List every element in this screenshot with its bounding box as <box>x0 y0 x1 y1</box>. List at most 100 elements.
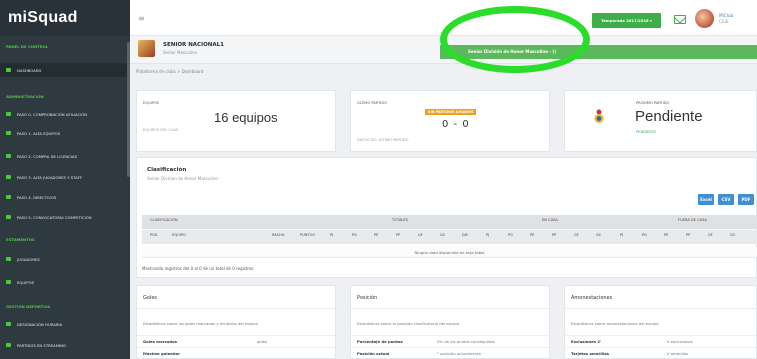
shield-icon <box>6 280 11 284</box>
ultimo-partido-sub: DATOS DEL ÚLTIMO PARTIDO <box>357 138 409 142</box>
goles-card: Goles Estadísticas sobre los goles marca… <box>136 285 336 359</box>
breadcrumb[interactable]: Plataforma de clubs > Dashboard <box>136 69 203 74</box>
menu-icon[interactable]: ≡ <box>138 14 145 23</box>
mail-icon[interactable] <box>674 15 686 24</box>
team-name: SENIOR NACIONAL1 <box>163 42 225 48</box>
group-header-en-casa: EN CASA <box>542 218 558 222</box>
amonestaciones-title: Amonestaciones <box>565 286 756 309</box>
goles-desc: Estadísticas sobre los goles marcados y … <box>143 321 258 326</box>
column-stat[interactable]: PG <box>352 233 357 237</box>
sidebar-item-paso5[interactable]: PASO 5. CONVOCATORIA COMPETICIÓN <box>0 210 128 224</box>
column-puntos[interactable]: PUNTOS <box>300 233 315 237</box>
sidebar-item-dashboard[interactable]: DASHBOARD <box>0 63 128 77</box>
trophy-icon <box>594 109 604 123</box>
proximo-partido-card: PRÓXIMO PARTIDO Pendiente PENDIENTE <box>564 90 757 152</box>
list-item: Exclusiones 2' 0 exclusiones <box>565 335 756 346</box>
sidebar-item-jugadores[interactable]: JUGADORES <box>0 252 128 266</box>
sidebar-section-panel: PANEL DE CONTROL <box>6 44 49 49</box>
sidebar-item-paso3[interactable]: PASO 3. ALTA JUGADORES Y STAFF <box>0 170 128 184</box>
clasificacion-title: Clasificación <box>147 167 187 173</box>
table-empty-message: Ningún dato disponible en esta tabla <box>142 247 757 258</box>
column-stat[interactable]: GF <box>418 233 423 237</box>
team-header: SENIOR NACIONAL1 Senior Masculino Senior… <box>130 36 757 64</box>
player-icon <box>6 257 11 261</box>
goles-title: Goles <box>137 286 335 309</box>
proximo-partido-value: Pendiente <box>635 108 703 125</box>
equipos-card: EQUIPOS 16 equipos EQUIPOS DEL CLUB <box>136 90 336 152</box>
user-icon <box>6 175 11 179</box>
column-pos[interactable]: POS. <box>150 233 158 237</box>
sidebar: miSquad PANEL DE CONTROL DASHBOARD ADMIN… <box>0 0 130 359</box>
column-stat[interactable]: PE <box>664 233 668 237</box>
sidebar-item-paso1[interactable]: PASO 1. ALTA EQUIPOS <box>0 126 128 140</box>
proximo-partido-status: PENDIENTE <box>636 130 657 134</box>
column-stat[interactable]: DIF. <box>462 233 468 237</box>
column-stat[interactable]: PP <box>552 233 556 237</box>
team-logo <box>138 40 155 57</box>
group-header-clasificacion: CLASIFICACIÓN <box>150 218 178 222</box>
last-score: 0 - 0 <box>442 119 470 130</box>
column-stat[interactable]: GC <box>440 233 445 237</box>
team-icon <box>6 131 11 135</box>
list-item: Posición actual ° posición actualmente <box>351 347 549 358</box>
users-icon <box>6 195 11 199</box>
amonestaciones-desc: Estadísticas sobre amonestaciones del eq… <box>571 321 659 326</box>
column-stat[interactable]: PG <box>508 233 513 237</box>
app-logo[interactable]: miSquad <box>0 0 130 36</box>
sidebar-section-admin: ADMINISTRACIÓN <box>6 94 44 99</box>
column-stat[interactable]: PP <box>686 233 690 237</box>
column-stat[interactable]: PJ <box>620 233 623 237</box>
sidebar-section-gestion: GESTIÓN DEPORTIVA <box>6 304 51 309</box>
team-category: Senior Masculino <box>163 50 197 55</box>
sidebar-item-paso4[interactable]: PASO 4. DIRECTIVOS <box>0 190 128 204</box>
ultimo-partido-label: ÚLTIMO PARTIDO <box>357 101 387 105</box>
sidebar-item-streaming[interactable]: PARTIDOS EN STREAMING <box>0 338 128 352</box>
video-icon <box>6 343 11 347</box>
column-stat[interactable]: PE <box>530 233 534 237</box>
column-equipo[interactable]: EQUIPO <box>172 233 186 237</box>
column-stat[interactable]: PJ <box>486 233 489 237</box>
equipos-label: EQUIPOS <box>143 101 160 105</box>
cart-icon <box>6 154 11 158</box>
calendar-icon <box>6 215 11 219</box>
sidebar-item-paso0[interactable]: PASO 0. COMPROBACIÓN AFILIACIÓN <box>0 107 128 121</box>
equipos-sub: EQUIPOS DEL CLUB <box>143 128 178 132</box>
table-info: Mostrando registros del 0 al 0 de un tot… <box>142 266 254 271</box>
csv-button[interactable]: CSV <box>718 194 734 205</box>
pdf-button[interactable]: PDF <box>738 194 754 205</box>
list-item: Porcentaje de puntos 0% de los puntos con… <box>351 335 549 346</box>
column-stat[interactable]: GF <box>574 233 579 237</box>
column-stat[interactable]: GF <box>708 233 713 237</box>
column-stat[interactable]: PE <box>374 233 378 237</box>
column-stat[interactable]: GC <box>730 233 735 237</box>
list-item: Máximo goleador <box>137 347 335 358</box>
list-item: Goles marcados goles <box>137 335 335 346</box>
posicion-title: Posición <box>351 286 549 309</box>
avatar[interactable] <box>695 9 714 28</box>
column-stat[interactable]: PP <box>396 233 400 237</box>
table-column-header: POS. EQUIPO RACHA PUNTOS PJ PG PE PP GF … <box>142 230 757 244</box>
clock-icon <box>6 322 11 326</box>
ultimo-partido-card: ÚLTIMO PARTIDO SIN PARTIDOS JUGADOS 0 - … <box>350 90 550 152</box>
posicion-card: Posición Estadísticas sobre la posición … <box>350 285 550 359</box>
group-header-totales: TOTALES <box>392 218 408 222</box>
column-stat[interactable]: PG <box>642 233 647 237</box>
column-stat[interactable]: PJ <box>330 233 333 237</box>
amonestaciones-card: Amonestaciones Estadísticas sobre amones… <box>564 285 757 359</box>
list-item: Tarjetas amarillas 0 amarillas <box>565 347 756 358</box>
user-menu[interactable]: MiClub Club <box>719 13 733 25</box>
equipos-count: 16 equipos <box>214 110 278 125</box>
check-icon <box>6 112 11 116</box>
group-header-fuera-de-casa: FUERA DE CASA <box>678 218 707 222</box>
excel-button[interactable]: Excel <box>698 194 714 205</box>
column-racha[interactable]: RACHA <box>272 233 284 237</box>
clasificacion-sub: Senior Division de Honor Masculino - <box>147 176 221 181</box>
column-stat[interactable]: GC <box>596 233 601 237</box>
sidebar-item-paso2[interactable]: PASO 2. COMPRA DE LICENCIAS <box>0 149 128 163</box>
season-selector[interactable]: Temporada 2017/2018 ▾ <box>592 13 661 28</box>
sidebar-item-equipos[interactable]: EQUIPOS <box>0 275 128 289</box>
posicion-desc: Estadísticas sobre la posición clasifica… <box>357 321 460 326</box>
sidebar-item-designacion[interactable]: DESIGNACIÓN HORARIA <box>0 317 128 331</box>
competition-notice[interactable]: Senior División de Honor Masculino - () <box>440 45 757 59</box>
top-bar: ≡ Temporada 2017/2018 ▾ MiClub Club <box>130 0 757 36</box>
